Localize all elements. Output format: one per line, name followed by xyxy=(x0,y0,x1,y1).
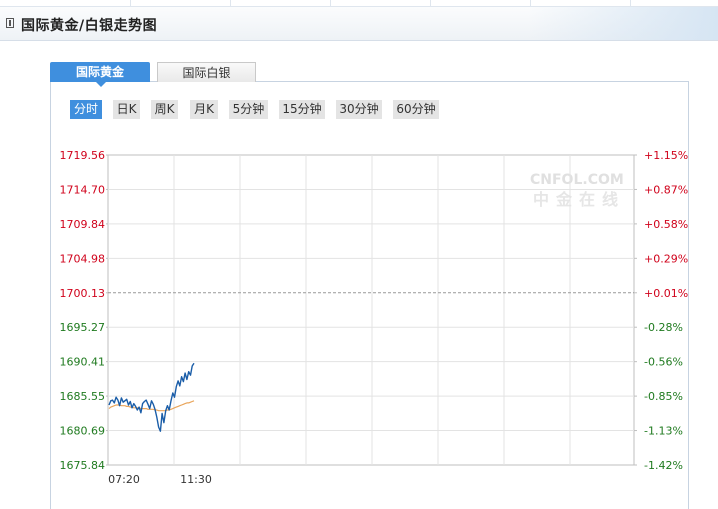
pct-tick-label: +0.29% xyxy=(644,252,688,265)
y-tick-label: 1704.98 xyxy=(60,252,106,265)
pct-tick-label: -1.42% xyxy=(644,459,683,472)
pct-tick-label: -0.28% xyxy=(644,321,683,334)
pct-tick-label: -0.85% xyxy=(644,390,683,403)
price-line xyxy=(108,362,195,432)
y-tick-label: 1709.84 xyxy=(60,218,106,231)
y-tick-label: 1680.69 xyxy=(60,425,106,438)
pct-tick-label: +0.87% xyxy=(644,183,688,196)
y-tick-label: 1685.55 xyxy=(60,390,106,403)
pct-tick-label: +1.15% xyxy=(644,149,688,162)
x-tick-label: 07:20 xyxy=(108,473,140,486)
price-chart: CNFOL.COM 中金在线 1719.56 1714.70 1709.84 1704… xyxy=(60,149,689,486)
pct-tick-label: -0.56% xyxy=(644,356,683,369)
pct-tick-label: -1.13% xyxy=(644,425,683,438)
y-tick-label: 1700.13 xyxy=(60,287,106,300)
y-tick-label: 1695.27 xyxy=(60,321,106,334)
pct-tick-label: +0.58% xyxy=(644,218,688,231)
y-tick-label: 1690.41 xyxy=(60,356,106,369)
y-tick-label: 1675.84 xyxy=(60,459,106,472)
y-tick-label: 1714.70 xyxy=(60,183,106,196)
pct-tick-label: +0.01% xyxy=(644,287,688,300)
watermark-subtext: 中金在线 xyxy=(533,190,625,209)
x-tick-label: 11:30 xyxy=(180,473,212,486)
y-tick-label: 1719.56 xyxy=(60,149,106,162)
watermark-logo: CNFOL.COM xyxy=(530,172,624,188)
